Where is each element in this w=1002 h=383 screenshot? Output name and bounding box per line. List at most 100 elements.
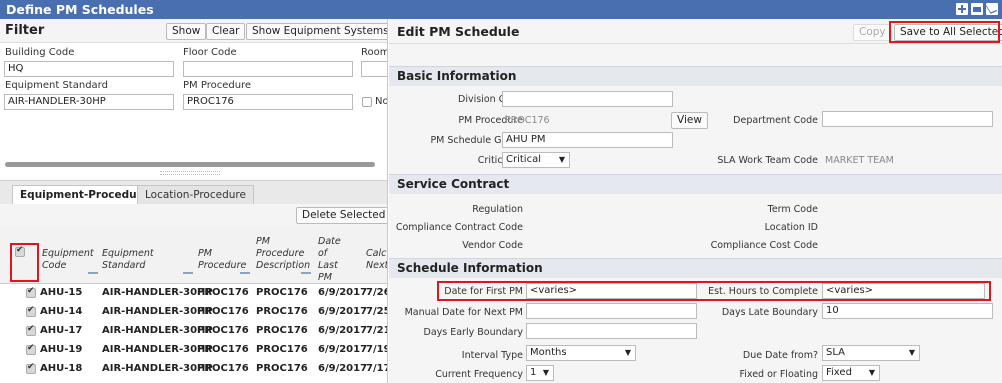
- sort-indicator: [88, 272, 98, 274]
- floor-code-input[interactable]: [183, 61, 353, 77]
- table-row[interactable]: AHU-14AIR-HANDLER-30HPPROC176PROC1766/9/…: [0, 303, 387, 321]
- cell-code: AHU-17: [40, 325, 83, 336]
- splitter-gripper[interactable]: [160, 171, 220, 175]
- cell-proc: PROC176: [197, 306, 249, 317]
- section-basic-information: Basic Information: [389, 66, 1002, 86]
- due-date-from-value: SLA: [826, 347, 845, 358]
- col-calc-next[interactable]: Calc Next: [366, 248, 387, 272]
- floor-code-label: Floor Code: [183, 47, 237, 58]
- equipment-standard-input[interactable]: AIR-HANDLER-30HP: [4, 94, 174, 110]
- filter-title: Filter: [5, 23, 45, 38]
- copy-button[interactable]: Copy: [853, 24, 892, 41]
- criticality-select[interactable]: Critical ▼: [502, 152, 570, 168]
- col-equipment-standard[interactable]: Equipment Standard: [102, 248, 162, 272]
- cell-next: 7/25: [366, 306, 387, 317]
- show-button[interactable]: Show: [166, 23, 207, 40]
- term-code-label: Term Code: [767, 204, 818, 215]
- chevron-down-icon: ▼: [868, 368, 875, 377]
- no-checkbox-label: No: [375, 96, 388, 107]
- cell-last: 6/9/2017: [318, 287, 368, 298]
- window-title: Define PM Schedules: [6, 2, 154, 17]
- criticality-value: Critical: [506, 154, 541, 165]
- chevron-down-icon: ▼: [542, 368, 549, 377]
- left-pane: Filter Show Clear Show Equipment Systems…: [0, 19, 388, 383]
- date-first-pm-label: Date for First PM: [444, 286, 523, 297]
- add-icon[interactable]: [956, 3, 968, 15]
- date-first-pm-input[interactable]: <varies>: [526, 283, 697, 299]
- chevron-down-icon: ▼: [624, 348, 631, 357]
- row-checkbox[interactable]: [26, 362, 36, 374]
- pm-schedule-group-input[interactable]: AHU PM: [502, 132, 673, 148]
- cell-code: AHU-19: [40, 344, 83, 355]
- interval-type-select[interactable]: Months ▼: [526, 345, 636, 361]
- cell-last: 6/9/2017: [318, 306, 368, 317]
- delete-selected-button[interactable]: Delete Selected: [296, 207, 387, 224]
- interval-type-label: Interval Type: [461, 350, 523, 361]
- col-pm-procedure-description[interactable]: PM Procedure Description: [256, 236, 314, 272]
- building-code-input[interactable]: HQ: [4, 61, 174, 77]
- email-icon[interactable]: [986, 3, 998, 15]
- interval-type-value: Months: [530, 347, 567, 358]
- row-checkbox[interactable]: [26, 324, 36, 336]
- room-input[interactable]: [361, 61, 387, 77]
- show-equipment-systems-button[interactable]: Show Equipment Systems: [246, 23, 387, 40]
- cell-desc: PROC176: [256, 306, 308, 317]
- cell-proc: PROC176: [197, 344, 249, 355]
- department-code-input[interactable]: [822, 111, 993, 127]
- sort-indicator: [240, 272, 250, 274]
- est-hours-label: Est. Hours to Complete: [708, 286, 818, 297]
- table-row[interactable]: AHU-18AIR-HANDLER-30HPPROC176PROC1766/9/…: [0, 360, 387, 378]
- col-date-last-pm[interactable]: Date of Last PM: [318, 236, 348, 284]
- est-hours-input[interactable]: <varies>: [822, 283, 985, 299]
- table-row[interactable]: AHU-15AIR-HANDLER-30HPPROC176PROC1766/9/…: [0, 284, 387, 302]
- right-pane: Edit PM Schedule Copy Save to All Select…: [389, 19, 1002, 383]
- building-code-label: Building Code: [5, 47, 75, 58]
- table-row[interactable]: AHU-19AIR-HANDLER-30HPPROC176PROC1766/9/…: [0, 341, 387, 359]
- cell-desc: PROC176: [256, 325, 308, 336]
- cell-next: 7/17: [366, 363, 387, 374]
- view-button[interactable]: View: [671, 112, 708, 129]
- days-late-input[interactable]: 10: [822, 303, 993, 319]
- equipment-standard-label: Equipment Standard: [5, 80, 108, 91]
- save-highlight: [889, 21, 1000, 43]
- vendor-code-label: Vendor Code: [462, 240, 523, 251]
- division-code-input[interactable]: [502, 91, 673, 107]
- cell-next: 7/26: [366, 287, 387, 298]
- cell-proc: PROC176: [197, 363, 249, 374]
- cell-next: 7/19: [366, 344, 387, 355]
- tab-location-procedure[interactable]: Location-Procedure: [137, 185, 254, 205]
- days-early-input[interactable]: [526, 323, 697, 339]
- basic-information-title: Basic Information: [397, 69, 517, 83]
- current-frequency-select[interactable]: 1 ▼: [526, 365, 554, 381]
- fixed-floating-select[interactable]: Fixed ▼: [822, 365, 880, 381]
- col-pm-procedure[interactable]: PM Procedure: [198, 248, 246, 272]
- pm-procedure-input[interactable]: PROC176: [183, 94, 353, 110]
- section-service-contract: Service Contract: [389, 174, 1002, 194]
- cell-desc: PROC176: [256, 344, 308, 355]
- print-icon[interactable]: [971, 3, 983, 15]
- horizontal-scrollbar[interactable]: [5, 162, 375, 167]
- row-checkbox[interactable]: [26, 343, 36, 355]
- manual-date-label: Manual Date for Next PM: [404, 307, 523, 318]
- schedule-information-title: Schedule Information: [397, 261, 543, 275]
- department-code-label: Department Code: [733, 115, 818, 126]
- no-checkbox[interactable]: [362, 97, 372, 107]
- sla-work-team-value: MARKET TEAM: [825, 155, 894, 166]
- cell-desc: PROC176: [256, 287, 308, 298]
- clear-button[interactable]: Clear: [206, 23, 246, 40]
- col-equipment-code[interactable]: Equipment Code: [42, 248, 94, 272]
- days-late-label: Days Late Boundary: [721, 307, 818, 318]
- window-titlebar: Define PM Schedules: [0, 0, 1002, 19]
- row-checkbox[interactable]: [26, 305, 36, 317]
- due-date-from-select[interactable]: SLA ▼: [822, 345, 920, 361]
- cell-last: 6/9/2017: [318, 325, 368, 336]
- sla-work-team-label: SLA Work Team Code: [717, 155, 818, 166]
- table-row[interactable]: AHU-17AIR-HANDLER-30HPPROC176PROC1766/9/…: [0, 322, 387, 340]
- tab-equipment-procedure[interactable]: Equipment-Procedure: [12, 185, 157, 206]
- filter-header: Filter Show Clear Show Equipment Systems: [0, 19, 387, 43]
- manual-date-input[interactable]: [526, 303, 697, 319]
- row-checkbox[interactable]: [26, 286, 36, 298]
- compliance-cost-code-label: Compliance Cost Code: [710, 240, 818, 251]
- cell-proc: PROC176: [197, 325, 249, 336]
- compliance-contract-code-label: Compliance Contract Code: [395, 222, 523, 233]
